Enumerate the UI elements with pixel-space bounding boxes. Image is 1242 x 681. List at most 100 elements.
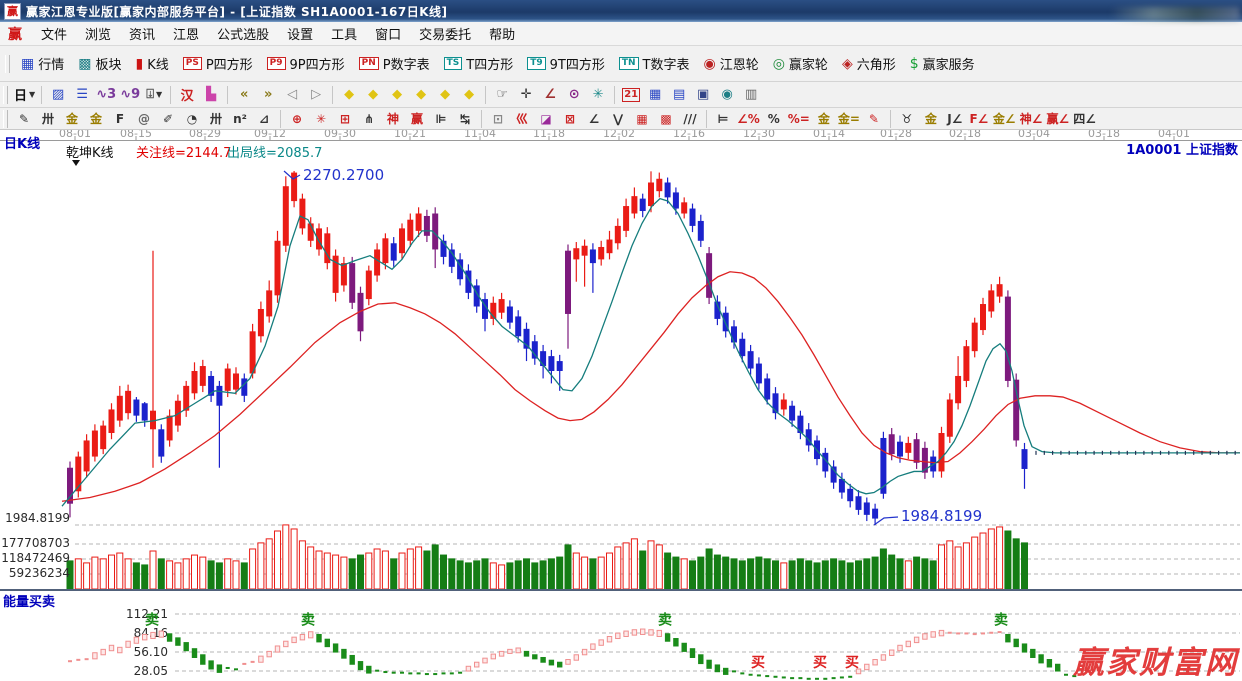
mini-kline-icon[interactable]: ⋔ — [358, 109, 380, 128]
mini-kline-icon: ⋔ — [364, 112, 374, 126]
hexagon-button[interactable]: ◈六角形 — [836, 51, 902, 76]
first-page-button[interactable]: « — [233, 84, 255, 105]
gold-circle-icon[interactable]: 金 — [813, 109, 835, 128]
winner-wheel-button[interactable]: ◎赢家轮 — [767, 51, 834, 76]
gold-angle2-icon[interactable]: 金∠ — [992, 109, 1017, 128]
percent-line-icon[interactable]: %= — [787, 109, 811, 128]
menu-item-1[interactable]: 浏览 — [76, 26, 120, 45]
fibonacci-icon[interactable]: F — [109, 109, 131, 128]
chart-area[interactable]: 08-0108-1508-2909-1209-3010-2111-0411-18… — [0, 130, 1242, 681]
spiral-icon[interactable]: @ — [133, 109, 155, 128]
trend-angle-icon[interactable]: ∠ — [583, 109, 605, 128]
p-square-button[interactable]: PSP四方形 — [177, 51, 259, 76]
fan-box-icon[interactable]: ◪ — [535, 109, 557, 128]
next-button[interactable]: ▷ — [305, 84, 327, 105]
gann-diamond-plain-icon[interactable]: ◆ — [458, 84, 480, 105]
calendar-21-icon[interactable]: 21 — [620, 84, 642, 105]
red-web-icon[interactable]: ⊞ — [334, 109, 356, 128]
gold-section-icon[interactable]: 金 — [85, 109, 107, 128]
four-angle-icon[interactable]: 四∠ — [1072, 109, 1097, 128]
box-frame-icon[interactable]: ⊡ — [487, 109, 509, 128]
menu-item-4[interactable]: 公式选股 — [208, 26, 278, 45]
hanzi-marker-icon[interactable]: 汉 — [176, 84, 198, 105]
j-angle-icon[interactable]: J∠ — [944, 109, 966, 128]
kline-type-caret-icon[interactable] — [72, 160, 80, 166]
save-icon[interactable]: ▣ — [692, 84, 714, 105]
color-bars-icon[interactable]: ▙ — [200, 84, 222, 105]
gold-ratio-icon[interactable]: 金 — [61, 109, 83, 128]
gold-angle-icon[interactable]: 金 — [920, 109, 942, 128]
gann-diamond-left-icon[interactable]: ◆ — [338, 84, 360, 105]
shen-tool-icon[interactable]: 神 — [382, 109, 404, 128]
cycle-clock-icon[interactable]: ◔ — [181, 109, 203, 128]
ruler-123-icon[interactable]: ⊫ — [430, 109, 452, 128]
kline-period-button[interactable]: 日▼ — [13, 84, 36, 105]
list-view-icon[interactable]: ☰ — [71, 84, 93, 105]
hand-tool-icon[interactable]: ☞ — [491, 84, 513, 105]
crosshair-tool-icon[interactable]: ✛ — [515, 84, 537, 105]
slash-lines-icon[interactable]: /// — [679, 109, 701, 128]
menu-item-2[interactable]: 资讯 — [120, 26, 164, 45]
percent-icon[interactable]: % — [763, 109, 785, 128]
shen-angle-icon[interactable]: 神∠ — [1019, 109, 1044, 128]
percent-angle-icon[interactable]: ∠% — [736, 109, 761, 128]
n-square-icon[interactable]: n² — [229, 109, 251, 128]
red-grid2-icon[interactable]: ▩ — [655, 109, 677, 128]
market-quotes-button[interactable]: ▦行情 — [15, 51, 70, 76]
menu-item-6[interactable]: 工具 — [322, 26, 366, 45]
document-icon[interactable]: ▤ — [668, 84, 690, 105]
menu-item-7[interactable]: 窗口 — [366, 26, 410, 45]
menu-item-0[interactable]: 文件 — [32, 26, 76, 45]
menu-item-8[interactable]: 交易委托 — [410, 26, 480, 45]
star-tool-icon[interactable]: ✳ — [587, 84, 609, 105]
gann-diamond-both-icon[interactable]: ◆ — [386, 84, 408, 105]
t-number-table-button[interactable]: TNT数字表 — [613, 51, 696, 76]
percent-ruler-icon[interactable]: ⊨ — [712, 109, 734, 128]
angle-ruler-icon[interactable]: ⊿ — [253, 109, 275, 128]
nine-t-square-button[interactable]: T99T四方形 — [521, 51, 611, 76]
angle-measure-icon[interactable]: ∠ — [539, 84, 561, 105]
calculator-icon[interactable]: ▦ — [644, 84, 666, 105]
pen-ruler-icon[interactable]: ✐ — [157, 109, 179, 128]
menu-item-9[interactable]: 帮助 — [480, 26, 524, 45]
wave-9-icon[interactable]: ∿9 — [119, 84, 141, 105]
mask-tool-icon[interactable]: ⊙ — [563, 84, 585, 105]
win-angle-icon[interactable]: 赢∠ — [1045, 109, 1070, 128]
kline-button[interactable]: ▮K线 — [130, 51, 175, 76]
t-square-button[interactable]: TST四方形 — [438, 51, 520, 76]
oscillator-dot — [981, 632, 985, 634]
win-tool-icon[interactable]: 赢 — [406, 109, 428, 128]
red-target-icon[interactable]: ⊕ — [286, 109, 308, 128]
span-measure-icon[interactable]: ↹ — [454, 109, 476, 128]
gann-diamond-star-icon[interactable]: ◆ — [410, 84, 432, 105]
last-page-button[interactable]: » — [257, 84, 279, 105]
red-grid-icon[interactable]: ▦ — [631, 109, 653, 128]
globe-icon[interactable]: ◉ — [716, 84, 738, 105]
time-lines-icon[interactable]: 卅 — [205, 109, 227, 128]
bull-icon[interactable]: ♉ — [896, 109, 918, 128]
menu-item-5[interactable]: 设置 — [278, 26, 322, 45]
chart-window-icon[interactable]: ▨ — [47, 84, 69, 105]
gann-fan-icon[interactable]: 巛 — [511, 109, 533, 128]
wave-3-icon[interactable]: ∿3 — [95, 84, 117, 105]
winner-service-button[interactable]: $赢家服务 — [904, 51, 981, 76]
p-number-table-button[interactable]: PNP数字表 — [353, 51, 436, 76]
red-star-grid-icon[interactable]: ✳ — [310, 109, 332, 128]
menu-item-3[interactable]: 江恩 — [164, 26, 208, 45]
fan-grid-icon[interactable]: ⊠ — [559, 109, 581, 128]
f-angle-icon[interactable]: F∠ — [968, 109, 990, 128]
kline-chart-svg[interactable]: 08-0108-1508-2909-1209-3010-2111-0411-18… — [0, 130, 1242, 681]
v-check-icon[interactable]: ⋁ — [607, 109, 629, 128]
gann-diamond-star2-icon[interactable]: ◆ — [434, 84, 456, 105]
gann-wheel-button[interactable]: ◉江恩轮 — [697, 51, 764, 76]
grid-lines-icon[interactable]: 卅 — [37, 109, 59, 128]
nine-p-square-button[interactable]: P99P四方形 — [261, 51, 351, 76]
dropper-tool-icon[interactable]: ⍗▼ — [143, 84, 165, 105]
gold-line-icon[interactable]: 金= — [837, 109, 861, 128]
red-pen-icon[interactable]: ✎ — [863, 109, 885, 128]
printer-icon[interactable]: ▥ — [740, 84, 762, 105]
sector-blocks-button[interactable]: ▩板块 — [72, 51, 127, 76]
gann-diamond-right-icon[interactable]: ◆ — [362, 84, 384, 105]
prev-button[interactable]: ◁ — [281, 84, 303, 105]
pen-tool-icon[interactable]: ✎ — [13, 109, 35, 128]
